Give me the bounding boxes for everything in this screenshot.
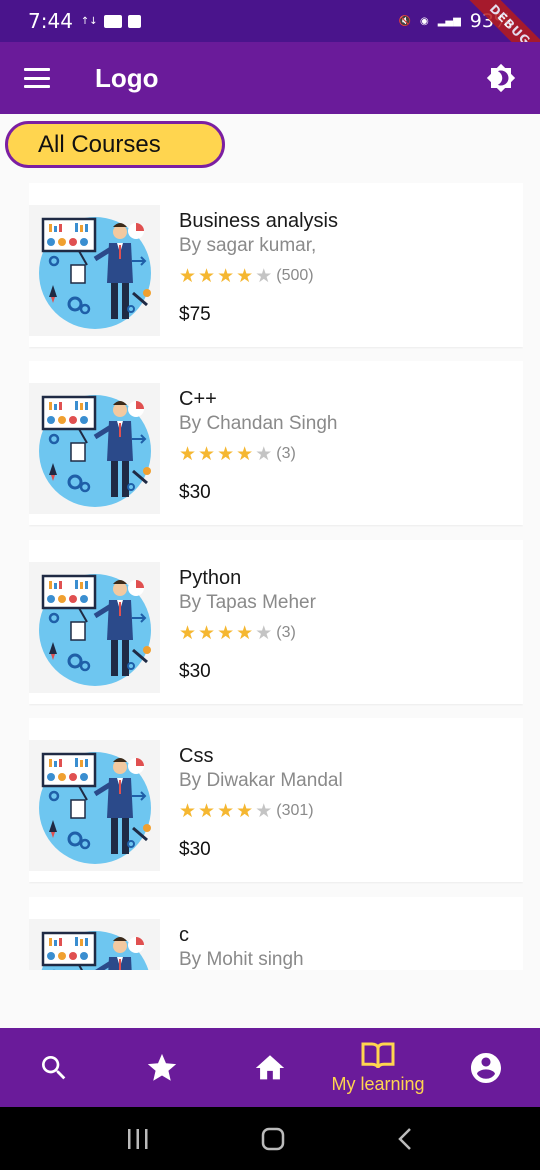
course-author: By Chandan Singh [179, 413, 338, 434]
rating-row: ★ ★ ★ ★ ★ (500) [179, 266, 513, 286]
star-rating: ★ ★ ★ ★ ★ [179, 623, 274, 644]
nav-account[interactable] [432, 1028, 540, 1107]
account-icon [471, 1052, 501, 1083]
checkbox-icon [127, 14, 141, 28]
course-title: Business analysis [179, 210, 338, 232]
course-author: By sagar kumar, [179, 235, 317, 256]
course-title: c [179, 924, 189, 946]
course-title: C++ [179, 388, 217, 410]
brightness-icon[interactable] [486, 63, 516, 93]
rating-row: ★ ★ ★ ★ ★ (301) [179, 801, 513, 821]
recent-apps-icon[interactable] [125, 1127, 151, 1151]
rating-count: (500) [276, 267, 314, 284]
home-button-icon[interactable] [260, 1126, 286, 1152]
star-icon: ★ [217, 621, 235, 644]
rating-count: (3) [276, 445, 296, 462]
course-thumbnail [29, 919, 160, 970]
course-thumbnail [29, 383, 160, 514]
course-card[interactable]: Css By Diwakar Mandal ★ ★ ★ ★ ★ (301) $30 [29, 718, 523, 882]
star-icon: ★ [236, 621, 254, 644]
course-author: By Diwakar Mandal [179, 770, 343, 791]
rating-row: ★ ★ ★ ★ ★ (3) [179, 623, 513, 643]
course-thumbnail [29, 562, 160, 693]
menu-icon[interactable] [24, 68, 50, 88]
star-icon: ★ [179, 621, 197, 644]
star-rating: ★ ★ ★ ★ ★ [179, 444, 274, 465]
star-icon: ★ [217, 799, 235, 822]
nav-label: My learning [331, 1073, 425, 1094]
star-icon: ★ [198, 264, 216, 287]
status-bar: 7:44 ↑↓ 🔇 ◉ ▂▄▆ 93% DEBUG [0, 0, 540, 76]
search-icon [42, 1055, 66, 1079]
star-icon: ★ [255, 799, 273, 822]
book-icon [361, 1042, 395, 1068]
rating-count: (301) [276, 802, 314, 819]
notification-icons: ↑↓ [80, 14, 141, 28]
course-thumbnail [29, 740, 160, 871]
system-nav-bar [0, 1107, 540, 1170]
rating-count: (3) [276, 624, 296, 641]
nav-home[interactable] [216, 1028, 324, 1107]
star-icon: ★ [255, 442, 273, 465]
status-time: 7:44 [28, 9, 73, 33]
course-card[interactable]: Python By Tapas Meher ★ ★ ★ ★ ★ (3) $30 [29, 540, 523, 704]
bottom-nav: My learning [0, 1028, 540, 1107]
star-icon: ★ [198, 442, 216, 465]
star-icon: ★ [179, 442, 197, 465]
star-icon [147, 1053, 177, 1081]
course-author: By Mohit singh [179, 949, 304, 970]
course-price: $30 [179, 661, 211, 682]
course-author: By Tapas Meher [179, 592, 316, 613]
course-price: $75 [179, 304, 211, 325]
signal-icon: ▂▄▆ [437, 15, 461, 27]
mute-icon: 🔇 [398, 15, 411, 27]
star-icon: ★ [198, 799, 216, 822]
star-icon: ★ [255, 621, 273, 644]
star-icon: ★ [236, 264, 254, 287]
app-bar: Logo [0, 42, 540, 114]
star-icon: ★ [255, 264, 273, 287]
back-icon[interactable] [395, 1126, 415, 1152]
star-icon: ★ [217, 264, 235, 287]
course-card[interactable]: Business analysis By sagar kumar, ★ ★ ★ ★ ★ … [29, 183, 523, 347]
hotspot-icon: ◉ [419, 15, 429, 27]
app-title: Logo [95, 62, 159, 93]
nav-search[interactable] [0, 1028, 108, 1107]
star-icon: ★ [198, 621, 216, 644]
course-list: Business analysis By sagar kumar, ★ ★ ★ ★ ★ … [29, 183, 523, 970]
star-icon: ★ [217, 442, 235, 465]
course-price: $30 [179, 839, 211, 860]
course-title: Python [179, 567, 242, 589]
all-courses-chip[interactable]: All Courses [5, 121, 225, 168]
course-thumbnail [29, 205, 160, 336]
star-icon: ★ [179, 264, 197, 287]
course-title: Css [179, 745, 214, 767]
star-icon: ★ [236, 799, 254, 822]
star-rating: ★ ★ ★ ★ ★ [179, 801, 274, 822]
course-card[interactable]: C++ By Chandan Singh ★ ★ ★ ★ ★ (3) $30 [29, 361, 523, 525]
course-card[interactable]: c By Mohit singh [29, 897, 523, 970]
nav-my-learning[interactable]: My learning [324, 1028, 432, 1107]
star-icon: ★ [236, 442, 254, 465]
youtube-icon [103, 14, 122, 28]
course-price: $30 [179, 482, 211, 503]
star-icon: ★ [179, 799, 197, 822]
star-rating: ★ ★ ★ ★ ★ [179, 266, 274, 287]
data-speed-icon: ↑↓ [80, 15, 98, 27]
rating-row: ★ ★ ★ ★ ★ (3) [179, 444, 513, 464]
nav-favorites[interactable] [108, 1028, 216, 1107]
home-icon [255, 1054, 285, 1079]
